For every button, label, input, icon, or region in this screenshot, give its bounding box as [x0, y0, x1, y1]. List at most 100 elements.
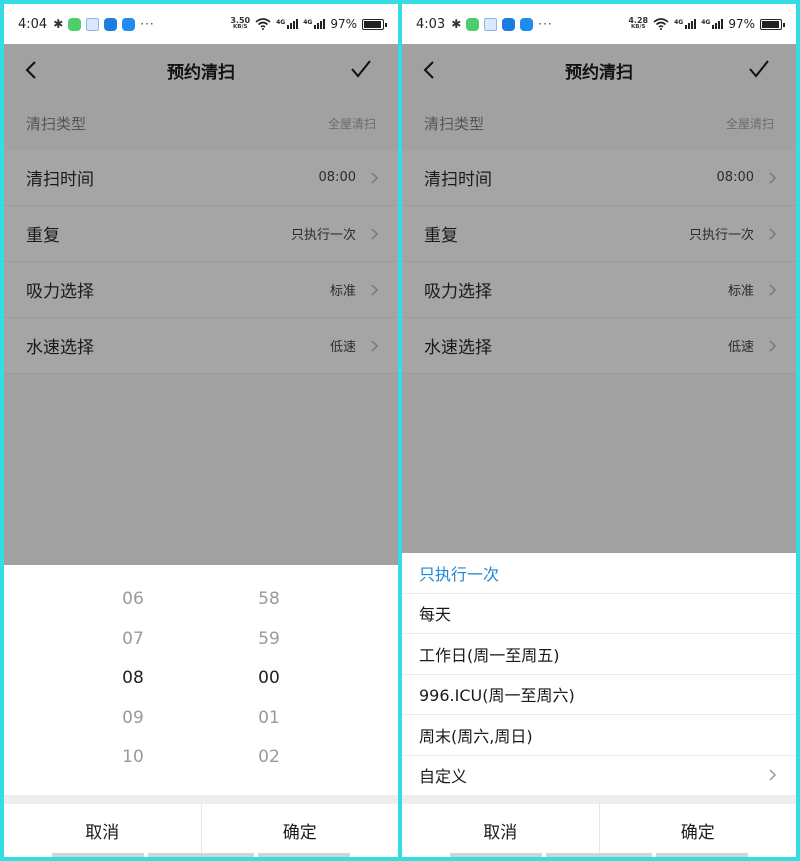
- row-label: 水速选择: [26, 338, 94, 358]
- nav-hint-bar: [656, 853, 748, 857]
- repeat-row[interactable]: 重复 只执行一次: [4, 206, 398, 262]
- chevron-right-icon: [769, 339, 777, 352]
- repeat-option[interactable]: 每天: [402, 594, 796, 634]
- row-label: 清扫时间: [424, 170, 492, 190]
- sheet-divider: [402, 795, 796, 804]
- hour-option[interactable]: 07: [83, 620, 183, 660]
- back-arrow-icon[interactable]: [22, 59, 40, 81]
- message-app-icon: [466, 17, 480, 31]
- network-speed-value: 3.50: [230, 16, 251, 25]
- suction-row[interactable]: 吸力选择 标准: [4, 262, 398, 318]
- action-bar: 取消 确定: [4, 804, 398, 857]
- message-app-icon: [68, 17, 82, 31]
- wifi-icon: [255, 18, 271, 30]
- cleaning-time-row[interactable]: 清扫时间 08:00: [4, 150, 398, 206]
- hour-option[interactable]: 06: [83, 580, 183, 620]
- more-notifications-icon: ···: [140, 17, 155, 31]
- shield-app-icon: [122, 17, 136, 31]
- hour-option[interactable]: 09: [83, 699, 183, 739]
- back-arrow-icon[interactable]: [420, 59, 438, 81]
- repeat-option[interactable]: 工作日(周一至周五): [402, 634, 796, 675]
- checkmark-icon[interactable]: [350, 58, 372, 80]
- page-header: 预约清扫: [4, 44, 398, 96]
- document-app-icon: [86, 17, 100, 31]
- network-speed-value: 4.28: [628, 16, 649, 25]
- repeat-option-label: 周末(周六,周日): [419, 726, 533, 746]
- minute-option[interactable]: 01: [219, 699, 319, 739]
- suction-row[interactable]: 吸力选择 标准: [402, 262, 796, 318]
- settings-list: 清扫类型 全屋清扫 清扫时间 08:00 重复 只执行一次 吸力选择 标准 水速…: [4, 96, 398, 374]
- water-speed-row[interactable]: 水速选择 低速: [4, 318, 398, 374]
- repeat-options-sheet: 只执行一次 每天 工作日(周一至周五) 996.ICU(周一至周六) 周末(周六…: [402, 553, 796, 796]
- page-header: 预约清扫: [402, 44, 796, 96]
- minute-option[interactable]: 02: [219, 738, 319, 778]
- status-bar: 4:03 ✱ ··· 4.28 KB/S 4G 4G 97%: [402, 4, 796, 44]
- signal-icon: 4G: [674, 19, 697, 29]
- repeat-option-custom[interactable]: 自定义: [402, 756, 796, 796]
- signal-label: 4G: [276, 19, 286, 26]
- repeat-option-label: 自定义: [419, 767, 468, 787]
- confirm-button[interactable]: 确定: [600, 804, 797, 857]
- status-bar: 4:04 ✱ ··· 3.50 KB/S 4G 4G 97%: [4, 4, 398, 44]
- checkmark-icon[interactable]: [748, 58, 770, 80]
- cleaning-time-row[interactable]: 清扫时间 08:00: [402, 150, 796, 206]
- more-notifications-icon: ···: [538, 17, 553, 31]
- row-value: 标准: [727, 284, 754, 299]
- page-title: 预约清扫: [565, 62, 633, 83]
- minute-option-selected[interactable]: 00: [219, 659, 319, 699]
- hour-option-selected[interactable]: 08: [83, 659, 183, 699]
- row-label: 吸力选择: [424, 282, 492, 302]
- signal-label: 4G: [701, 19, 711, 26]
- cleaning-type-row: 清扫类型 全屋清扫: [4, 96, 398, 150]
- repeat-option[interactable]: 周末(周六,周日): [402, 715, 796, 756]
- row-label: 重复: [424, 226, 458, 246]
- battery-icon: [760, 18, 785, 30]
- cancel-button[interactable]: 取消: [402, 804, 600, 857]
- chevron-right-icon: [769, 171, 777, 184]
- network-speed: 4.28 KB/S: [628, 17, 648, 31]
- cloud-app-icon: [502, 17, 516, 31]
- water-speed-row[interactable]: 水速选择 低速: [402, 318, 796, 374]
- row-label: 清扫时间: [26, 170, 94, 190]
- cancel-button[interactable]: 取消: [4, 804, 202, 857]
- row-value: 低速: [329, 340, 356, 355]
- action-bar: 取消 确定: [402, 804, 796, 857]
- minute-option[interactable]: 58: [219, 580, 319, 620]
- dim-overlay[interactable]: [4, 374, 398, 565]
- cleaning-type-row: 清扫类型 全屋清扫: [402, 96, 796, 150]
- chevron-right-icon: [371, 171, 379, 184]
- hour-wheel[interactable]: 06 07 08 09 10: [83, 580, 183, 778]
- nav-hint-bar: [148, 853, 254, 857]
- battery-percentage: 97%: [330, 17, 357, 31]
- repeat-option-label: 996.ICU(周一至周六): [419, 686, 575, 706]
- row-value: 08:00: [318, 170, 356, 185]
- wifi-icon: [653, 18, 669, 30]
- cleaning-type-value: 全屋清扫: [725, 116, 774, 131]
- repeat-option-selected[interactable]: 只执行一次: [402, 553, 796, 594]
- hour-option[interactable]: 10: [83, 738, 183, 778]
- chevron-right-icon: [769, 227, 777, 240]
- minute-option[interactable]: 59: [219, 620, 319, 660]
- confirm-button[interactable]: 确定: [202, 804, 399, 857]
- cleaning-type-label: 清扫类型: [424, 114, 485, 133]
- dim-overlay[interactable]: [402, 374, 796, 553]
- signal-icon: 4G: [276, 19, 299, 29]
- chevron-right-icon: [371, 283, 379, 296]
- repeat-option[interactable]: 996.ICU(周一至周六): [402, 675, 796, 715]
- shield-app-icon: [520, 17, 534, 31]
- row-label: 水速选择: [424, 338, 492, 358]
- repeat-row[interactable]: 重复 只执行一次: [402, 206, 796, 262]
- network-speed: 3.50 KB/S: [230, 17, 250, 31]
- signal-label: 4G: [303, 19, 313, 26]
- status-time: 4:03: [416, 16, 446, 32]
- minute-wheel[interactable]: 58 59 00 01 02: [219, 580, 319, 778]
- cloud-app-icon: [104, 17, 118, 31]
- bluetooth-icon: ✱: [53, 17, 64, 31]
- row-value: 标准: [329, 284, 356, 299]
- battery-icon: [362, 18, 387, 30]
- row-value: 只执行一次: [688, 228, 754, 243]
- phone-screen-time-picker: 4:04 ✱ ··· 3.50 KB/S 4G 4G 97% 预约清扫 清扫类型…: [4, 4, 398, 857]
- nav-hint-bar: [258, 853, 350, 857]
- nav-hint-bar: [52, 853, 144, 857]
- page-title: 预约清扫: [167, 62, 235, 83]
